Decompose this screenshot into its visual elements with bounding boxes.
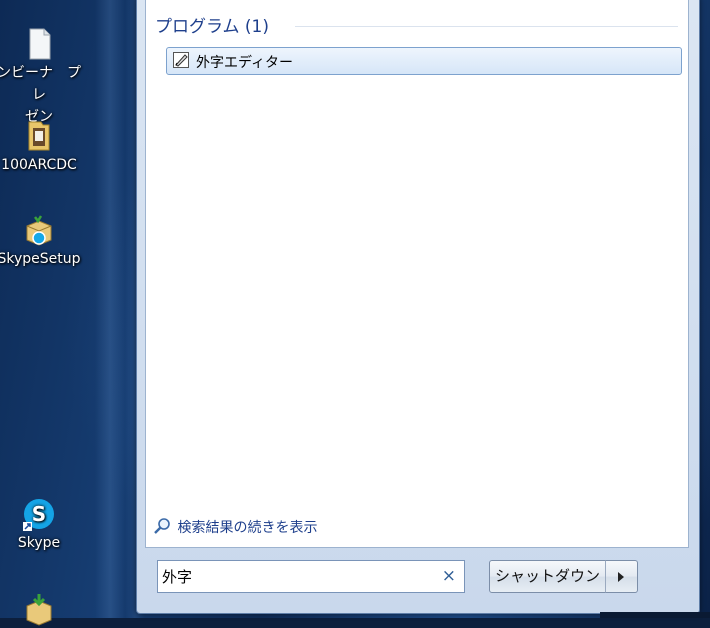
section-header-programs: プログラム (1)	[155, 12, 678, 38]
see-more-label: 検索結果の続きを表示	[177, 520, 318, 536]
folder-icon	[28, 121, 50, 151]
shutdown-button[interactable]: シャットダウン	[489, 560, 606, 593]
shutdown-options-button[interactable]	[605, 560, 638, 593]
eudc-editor-icon	[173, 52, 189, 68]
desktop-icon-label: Skype	[17, 535, 61, 551]
see-more-results-link[interactable]: 検索結果の続きを表示	[153, 517, 317, 537]
svg-text:S: S	[32, 502, 46, 526]
installer-icon	[26, 594, 52, 626]
desktop-icon-skypesetup[interactable]: SkypeSetup	[0, 212, 84, 270]
desktop-icon-label: 100ARCDC	[1, 157, 77, 173]
result-item-eudc-editor[interactable]: 外字エディター	[166, 47, 682, 75]
desktop-icon-label: SkypeSetup	[0, 251, 81, 267]
result-item-label: 外字エディター	[196, 55, 294, 71]
desktop-icon-document[interactable]: ンビーナ プレ ゼン	[0, 26, 84, 128]
document-icon	[29, 28, 51, 60]
desktop-icon-skype[interactable]: S Skype	[0, 496, 84, 554]
section-header-label: プログラム (1)	[155, 17, 269, 37]
search-box[interactable]: ×	[157, 560, 465, 593]
taskbar-edge	[600, 612, 710, 618]
installer-icon	[26, 215, 52, 246]
desktop-icon-folder[interactable]: 100ARCDC	[0, 118, 84, 176]
chevron-right-icon	[618, 572, 624, 582]
desktop-icon-installer[interactable]	[0, 592, 84, 628]
start-menu: プログラム (1) 外字エディター 検索結果の続きを表示 × シャットダウン	[136, 0, 700, 614]
section-divider	[295, 26, 678, 27]
clear-search-icon[interactable]: ×	[442, 566, 456, 586]
search-icon	[154, 518, 170, 534]
search-results-pane: プログラム (1) 外字エディター 検索結果の続きを表示	[145, 0, 689, 548]
skype-icon: S	[23, 499, 54, 531]
search-input[interactable]	[162, 565, 432, 587]
